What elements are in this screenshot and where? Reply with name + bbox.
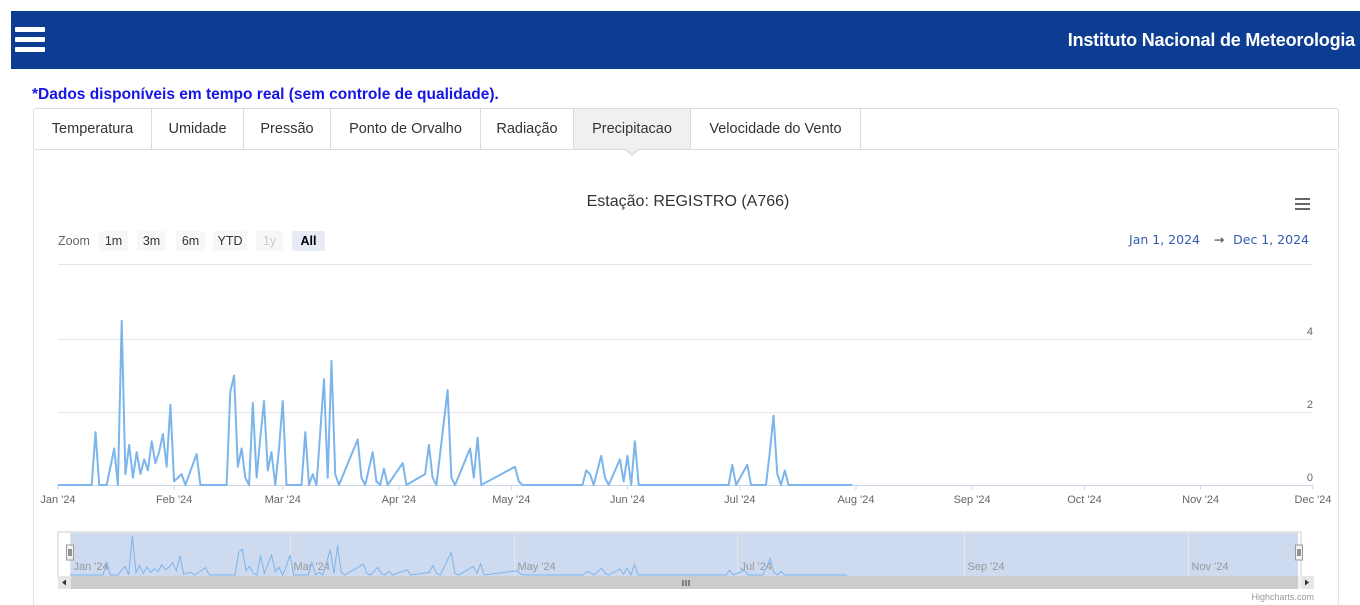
range-to-input[interactable]: Dec 1, 2024 xyxy=(1233,232,1309,247)
zoom-3m-button[interactable]: 3m xyxy=(137,231,166,251)
zoom-1m-button[interactable]: 1m xyxy=(99,231,128,251)
zoom-1y-button: 1y xyxy=(256,231,283,251)
context-menu-icon[interactable] xyxy=(1290,193,1314,215)
x-tick-label: Nov '24 xyxy=(1182,494,1219,506)
navigator-tick-label: Sep '24 xyxy=(968,561,1005,573)
zoom-1m-label: 1m xyxy=(105,234,122,248)
range-arrow: → xyxy=(1214,232,1224,247)
zoom-all-button[interactable]: All xyxy=(292,231,325,251)
scrollbar-right-arrow-icon[interactable] xyxy=(1301,576,1314,589)
scrollbar-left-arrow-icon[interactable] xyxy=(58,576,71,589)
chart-gridlines xyxy=(58,264,1313,486)
x-tick-label: Dec '24 xyxy=(1295,494,1332,506)
navigator-scrollbar[interactable] xyxy=(58,576,1314,589)
x-tick-label: Mar '24 xyxy=(265,494,301,506)
x-tick-label: Feb '24 xyxy=(156,494,192,506)
y-tick-label: 0 xyxy=(1307,472,1313,484)
navigator-left-handle[interactable] xyxy=(66,544,74,561)
scrollbar-thumb[interactable] xyxy=(71,576,1298,589)
x-tick-label: Jun '24 xyxy=(610,494,645,506)
range-from-input[interactable]: Jan 1, 2024 xyxy=(1128,232,1200,247)
chart-title: Estação: REGISTRO (A766) xyxy=(587,193,790,210)
precipitation-series-line xyxy=(58,319,853,486)
navigator-mask[interactable] xyxy=(70,533,1298,576)
x-axis-labels: Jan '24 Feb '24 Mar '24 Apr '24 May '24 Jun '… xyxy=(40,485,1331,506)
x-tick-label: Jul '24 xyxy=(724,494,755,506)
navigator: Jan '24 Mar '24 May '24 Jul '24 Sep '24 Nov '… xyxy=(57,531,1303,578)
zoom-3m-label: 3m xyxy=(143,234,160,248)
navigator-tick-label: Nov '24 xyxy=(1192,561,1229,573)
zoom-6m-label: 6m xyxy=(182,234,199,248)
zoom-all-label: All xyxy=(301,234,317,248)
navigator-tick-label: Jan '24 xyxy=(74,561,109,573)
y-tick-label: 2 xyxy=(1307,399,1313,411)
zoom-ytd-button[interactable]: YTD xyxy=(213,231,247,251)
x-tick-label: Oct '24 xyxy=(1067,494,1102,506)
zoom-ytd-label: YTD xyxy=(218,234,243,248)
x-tick-label: Apr '24 xyxy=(382,494,417,506)
x-tick-label: Aug '24 xyxy=(837,494,874,506)
navigator-right-handle[interactable] xyxy=(1295,544,1303,561)
highcharts-credits-link[interactable]: Highcharts.com xyxy=(1251,592,1314,602)
x-tick-label: May '24 xyxy=(492,494,530,506)
y-axis-labels: 0 2 4 xyxy=(1307,326,1313,484)
x-tick-label: Jan '24 xyxy=(40,494,75,506)
precipitation-chart: Estação: REGISTRO (A766) Zoom 1m 3m 6m Y… xyxy=(40,193,1331,602)
x-tick-label: Sep '24 xyxy=(954,494,991,506)
zoom-1y-label: 1y xyxy=(263,234,277,248)
navigator-tick-label: May '24 xyxy=(518,561,556,573)
zoom-6m-button[interactable]: 6m xyxy=(176,231,205,251)
zoom-label: Zoom xyxy=(58,234,90,248)
y-tick-label: 4 xyxy=(1307,326,1313,338)
